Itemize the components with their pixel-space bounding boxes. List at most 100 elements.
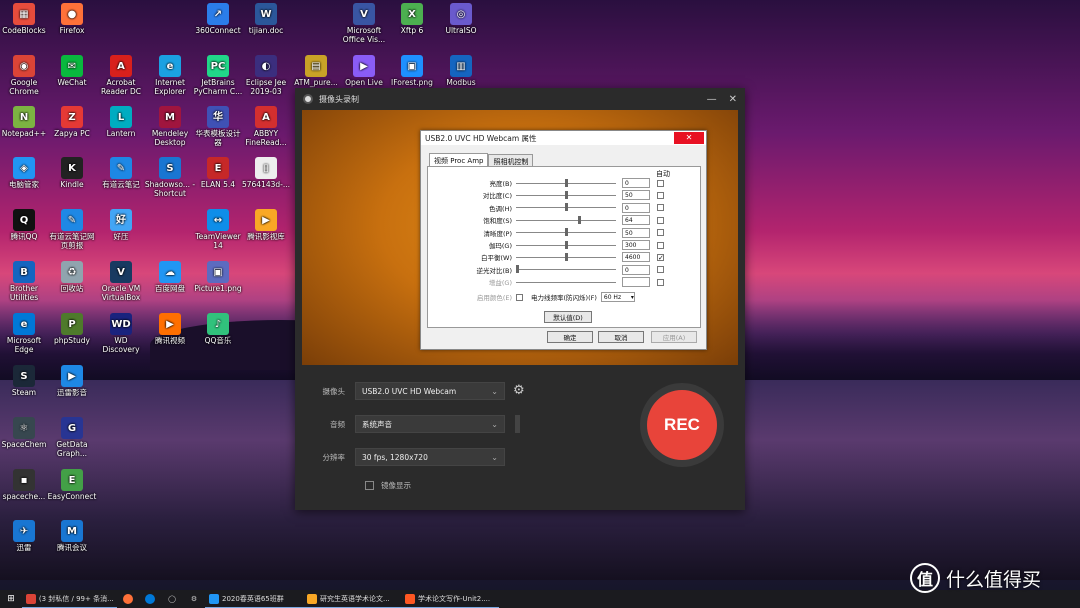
- desktop-icon[interactable]: ☁ 百度网盘: [144, 261, 196, 293]
- slider-thumb[interactable]: [564, 240, 568, 249]
- desktop-icon[interactable]: S Steam: [0, 365, 50, 397]
- desktop-icon[interactable]: Q 腾讯QQ: [0, 209, 50, 241]
- edge-taskbar-icon[interactable]: [139, 590, 161, 608]
- search-taskbar-icon[interactable]: ◯: [161, 590, 183, 608]
- desktop-icon[interactable]: S Shadowso... - Shortcut: [144, 157, 196, 198]
- rec-button[interactable]: REC: [647, 390, 717, 460]
- dialog-close-button[interactable]: ✕: [674, 132, 704, 144]
- desktop-icon[interactable]: ▪ spaceche...: [0, 469, 50, 501]
- desktop-icon[interactable]: ▦ CodeBlocks: [0, 3, 50, 35]
- desktop-icon[interactable]: ◎ UltraISO: [435, 3, 487, 35]
- taskbar-window-button[interactable]: 研究生英语学术论文...: [303, 590, 401, 608]
- property-slider[interactable]: [516, 252, 616, 261]
- desktop-icon[interactable]: PC JetBrains PyCharm C...: [192, 55, 244, 96]
- desktop-icon[interactable]: A Acrobat Reader DC: [95, 55, 147, 96]
- desktop-icon[interactable]: ✉ WeChat: [46, 55, 98, 87]
- desktop-icon[interactable]: V Oracle VM VirtualBox: [95, 261, 147, 302]
- auto-checkbox[interactable]: [657, 266, 664, 274]
- powerline-select[interactable]: 60 Hz ▾: [600, 292, 635, 302]
- property-value-field[interactable]: 0: [622, 264, 650, 275]
- property-slider[interactable]: [516, 190, 616, 199]
- desktop-icon[interactable]: M Mendeley Desktop: [144, 106, 196, 147]
- desktop-icon[interactable]: ▥ Modbus: [435, 55, 487, 87]
- firefox-taskbar-icon[interactable]: [117, 590, 139, 608]
- auto-checkbox[interactable]: [657, 179, 664, 187]
- resolution-select[interactable]: 30 fps, 1280x720 ⌄: [355, 448, 505, 466]
- slider-thumb[interactable]: [564, 228, 568, 237]
- cancel-button[interactable]: 取消: [598, 331, 644, 343]
- desktop-icon[interactable]: PphpStudy: [46, 313, 98, 345]
- desktop-icon[interactable]: M 腾讯会议: [46, 520, 98, 552]
- desktop-icon[interactable]: ▶ 腾讯影视库: [240, 209, 292, 241]
- desktop-icon[interactable]: e Microsoft Edge: [0, 313, 50, 354]
- desktop-icon[interactable]: ✈ 迅雷: [0, 520, 50, 552]
- desktop-icon[interactable]: V Microsoft Office Vis...: [338, 3, 390, 44]
- mirror-option[interactable]: 镜像显示: [365, 480, 411, 491]
- slider-thumb[interactable]: [564, 252, 568, 261]
- desktop-icon[interactable]: ◐ Eclipse Jee 2019-03: [240, 55, 292, 96]
- property-value-field[interactable]: 0: [622, 202, 650, 213]
- property-value-field[interactable]: 50: [622, 190, 650, 201]
- desktop-icon[interactable]: ▤ ATM_pure...: [290, 55, 342, 87]
- desktop-icon[interactable]: ✎ 有道云笔记: [95, 157, 147, 189]
- desktop-icon[interactable]: ▶ 迅雷影音: [46, 365, 98, 397]
- property-value-field[interactable]: 0: [622, 178, 650, 188]
- desktop-icon[interactable]: X Xftp 6: [386, 3, 438, 35]
- desktop-icon[interactable]: ▯ 5764143d-...: [240, 157, 292, 189]
- gear-icon[interactable]: ⚙: [513, 384, 527, 398]
- desktop-icon[interactable]: A ABBYY FineRead...: [240, 106, 292, 147]
- property-slider[interactable]: [516, 178, 616, 187]
- property-slider[interactable]: [516, 240, 616, 249]
- desktop-icon[interactable]: ↔ TeamViewer 14: [192, 209, 244, 250]
- slider-thumb[interactable]: [516, 265, 519, 274]
- property-slider[interactable]: [516, 228, 616, 237]
- desktop-icon[interactable]: 好好压: [95, 209, 147, 241]
- desktop-icon[interactable]: Wtijian.doc: [240, 3, 292, 35]
- auto-checkbox[interactable]: [657, 241, 664, 249]
- property-slider[interactable]: [516, 215, 616, 224]
- property-value-field[interactable]: 300: [622, 240, 650, 250]
- desktop-icon[interactable]: ↗ 360Connect: [192, 3, 244, 35]
- auto-checkbox[interactable]: [657, 191, 664, 199]
- desktop-icon[interactable]: Z Zapya PC: [46, 106, 98, 138]
- desktop-icon[interactable]: ◈ 电脑管家: [0, 157, 50, 189]
- slider-thumb[interactable]: [578, 215, 582, 224]
- desktop-icon[interactable]: ▶ Open Live: [338, 55, 390, 87]
- close-button[interactable]: ✕: [729, 94, 737, 105]
- desktop-icon[interactable]: ▣ IForest.png: [386, 55, 438, 87]
- apply-button[interactable]: 应用(A): [651, 331, 697, 343]
- settings-taskbar-icon[interactable]: ⚙: [183, 590, 205, 608]
- property-slider[interactable]: [516, 203, 616, 212]
- property-value-field[interactable]: 50: [622, 227, 650, 238]
- taskbar-window-button[interactable]: 学术论文写作-Unit2....: [401, 590, 499, 608]
- property-value-field[interactable]: 4600: [622, 252, 650, 263]
- slider-thumb[interactable]: [564, 178, 568, 187]
- mirror-checkbox[interactable]: [365, 481, 374, 490]
- slider-thumb[interactable]: [564, 203, 568, 212]
- desktop-icon[interactable]: ▶ 腾讯视频: [144, 313, 196, 345]
- desktop-icon[interactable]: B Brother Utilities: [0, 261, 50, 302]
- desktop-icon[interactable]: e Internet Explorer: [144, 55, 196, 96]
- auto-checkbox[interactable]: [657, 229, 664, 237]
- desktop-icon[interactable]: N Notepad++: [0, 106, 50, 138]
- auto-checkbox[interactable]: [657, 204, 664, 212]
- color-enable-checkbox[interactable]: [516, 293, 523, 301]
- slider-thumb[interactable]: [564, 190, 568, 199]
- desktop-icon[interactable]: G GetData Graph...: [46, 417, 98, 458]
- desktop-icon[interactable]: WD WD Discovery: [95, 313, 147, 354]
- desktop-icon[interactable]: E ELAN 5.4: [192, 157, 244, 189]
- property-value-field[interactable]: 64: [622, 215, 650, 226]
- property-slider[interactable]: [516, 265, 616, 274]
- ok-button[interactable]: 确定: [547, 331, 593, 343]
- start-button-icon[interactable]: ⊞: [0, 590, 22, 608]
- default-button[interactable]: 默认值(D): [544, 311, 592, 323]
- taskbar-window-button[interactable]: (3 封私信 / 99+ 条消...: [22, 590, 117, 608]
- desktop-icon[interactable]: ♪ QQ音乐: [192, 313, 244, 345]
- auto-checkbox[interactable]: ✓: [657, 253, 664, 261]
- property-value-field[interactable]: [622, 277, 650, 288]
- desktop-icon[interactable]: ⚛ SpaceChem: [0, 417, 50, 449]
- desktop-icon[interactable]: K Kindle: [46, 157, 98, 189]
- auto-checkbox[interactable]: [657, 278, 664, 286]
- desktop-icon[interactable]: L Lantern: [95, 106, 147, 138]
- camera-select[interactable]: USB2.0 UVC HD Webcam ⌄: [355, 382, 505, 400]
